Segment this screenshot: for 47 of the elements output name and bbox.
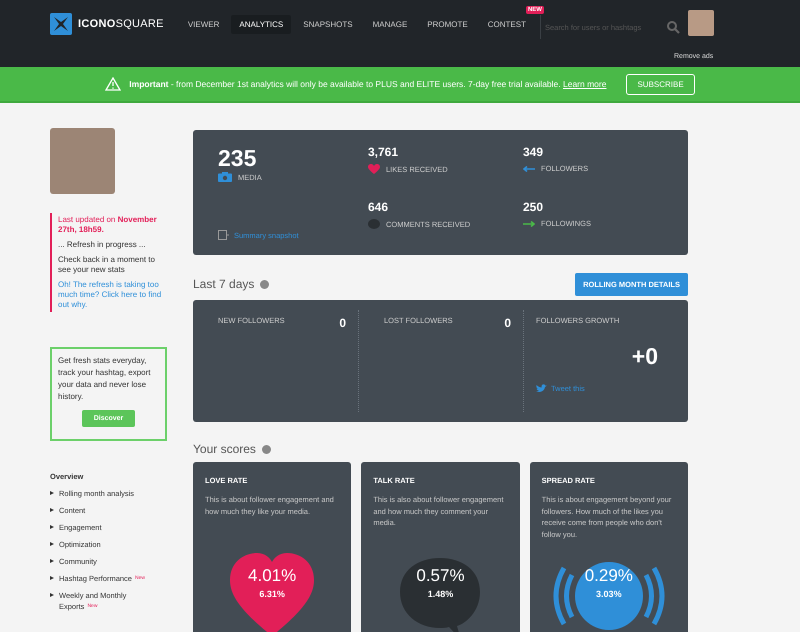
banner-message: Important - from December 1st analytics will only be available to PLUS and ELITE users. 7-day free trial available. Learn more	[129, 79, 606, 89]
score-value: 0.57%	[416, 566, 465, 586]
score-value: 4.01%	[248, 566, 296, 586]
metric-value: 0	[504, 316, 511, 330]
score-secondary-value: 1.48%	[428, 589, 454, 599]
profile-photo	[50, 128, 115, 194]
warning-icon	[105, 77, 122, 91]
speech-bubble-icon	[368, 219, 380, 229]
bird-icon	[536, 384, 547, 393]
check-back-text: Check back in a moment to see your new stats	[58, 255, 156, 275]
triangle-icon	[50, 508, 54, 512]
stat-value: 3,761	[368, 145, 400, 159]
triangle-icon	[50, 559, 54, 563]
document-icon	[218, 230, 229, 240]
right-arrow-icon	[523, 220, 535, 226]
stat-value: 349	[523, 145, 544, 159]
score-secondary-value: 3.03%	[596, 589, 622, 599]
nav-tab[interactable]: PROMOTE	[419, 15, 476, 34]
logo-icon	[50, 13, 72, 35]
info-icon[interactable]	[260, 280, 270, 288]
triangle-icon	[50, 525, 54, 529]
triangle-icon	[50, 491, 54, 495]
last-updated-text: Last updated on November 27th, 18h59.	[58, 215, 158, 235]
stat-value: 646	[368, 200, 390, 214]
triangle-icon	[50, 593, 54, 597]
section-title: Last 7 days	[193, 277, 254, 291]
promo-text: Get fresh stats everyday, track your hashtag, export your data and never lose history.	[58, 356, 150, 401]
stat-value: 250	[523, 200, 544, 214]
nav-tab[interactable]: SNAPSHOTS	[295, 15, 361, 34]
left-arrow-icon	[523, 166, 535, 172]
section-title: Your scores	[193, 442, 256, 456]
metric-value: 0	[339, 316, 346, 330]
media-count: 235	[218, 145, 258, 172]
score-value: 0.29%	[584, 566, 633, 586]
growth-value: +0	[632, 343, 658, 370]
nav-tab[interactable]: MANAGE	[364, 15, 416, 34]
search-icon[interactable]	[666, 20, 680, 34]
heart-icon	[368, 164, 380, 174]
camera-icon	[218, 172, 232, 182]
refresh-status: ... Refresh in progress ...	[58, 240, 147, 250]
info-icon[interactable]	[262, 444, 271, 454]
triangle-icon	[50, 576, 54, 580]
score-secondary-value: 6.31%	[259, 589, 285, 599]
nav-tab[interactable]: VIEWER	[180, 15, 228, 34]
nav-tab[interactable]: ANALYTICS	[231, 15, 292, 34]
logo-text: ICONOSQUARE	[78, 18, 164, 30]
triangle-icon	[50, 542, 54, 546]
